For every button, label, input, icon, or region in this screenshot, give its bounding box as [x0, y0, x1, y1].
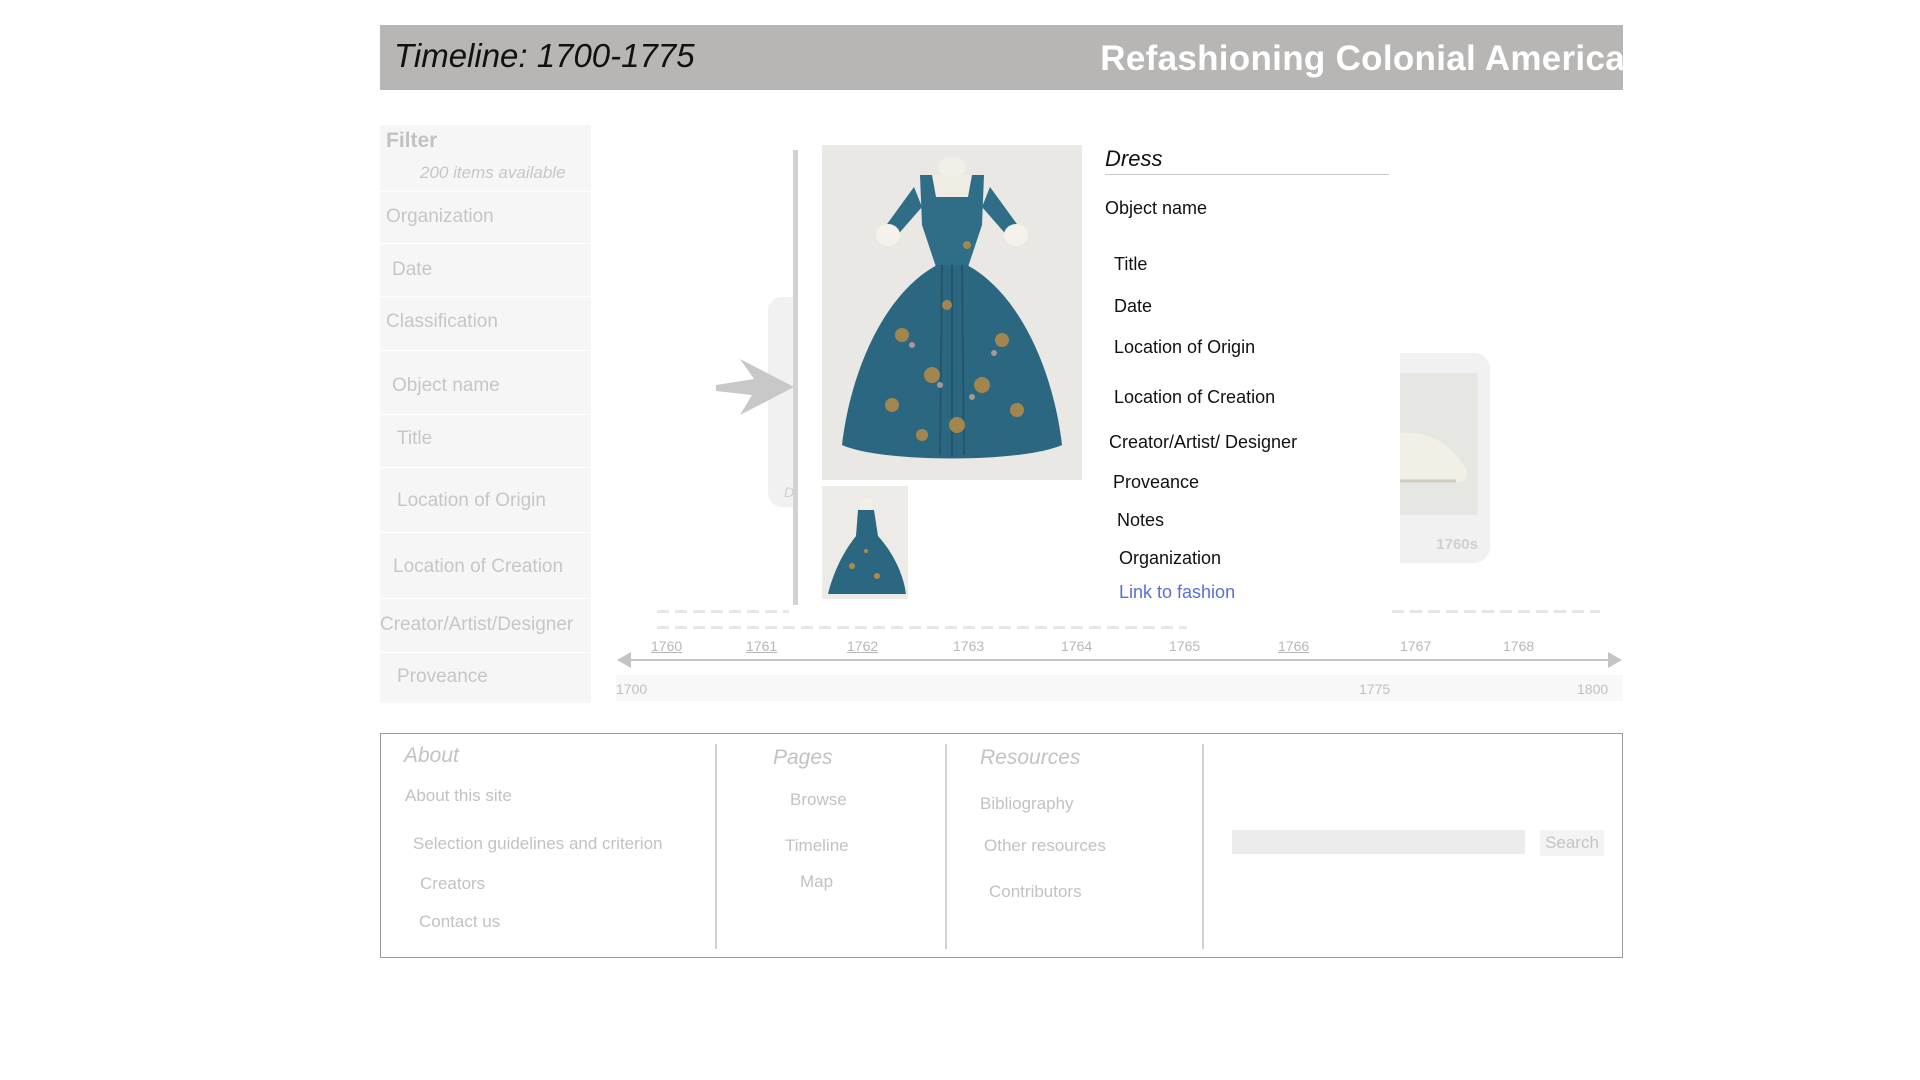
- site-footer: About About this site Selection guidelin…: [380, 733, 1623, 958]
- search-button[interactable]: Search: [1540, 830, 1604, 856]
- arrow-left-icon[interactable]: [617, 652, 631, 668]
- footer-link-creators[interactable]: Creators: [420, 874, 485, 894]
- field-date: Date: [1114, 296, 1153, 316]
- next-item-card[interactable]: 1760s: [1400, 353, 1490, 563]
- site-title[interactable]: Refashioning Colonial America: [1100, 39, 1623, 79]
- divider: [380, 598, 591, 599]
- timeline-year-1767: 1767: [1400, 638, 1432, 654]
- field-organization: Organization: [1119, 548, 1222, 568]
- timeline-year-1763: 1763: [953, 638, 985, 654]
- divider: [380, 467, 591, 468]
- divider: [1105, 174, 1389, 175]
- filter-item-classification[interactable]: Classification: [386, 311, 498, 333]
- timeline-track: [1392, 610, 1600, 613]
- filter-item-location-of-origin[interactable]: Location of Origin: [397, 490, 546, 512]
- timeline-track: [657, 610, 789, 613]
- field-location-of-origin: Location of Origin: [1114, 337, 1256, 357]
- timeline-range-end: 1800: [1577, 681, 1609, 697]
- field-creator: Creator/Artist/ Designer: [1109, 432, 1298, 452]
- filter-item-date[interactable]: Date: [392, 259, 432, 281]
- filter-item-title[interactable]: Title: [397, 428, 432, 450]
- search-input[interactable]: [1232, 830, 1525, 854]
- divider: [380, 296, 591, 297]
- filter-item-location-of-creation[interactable]: Location of Creation: [393, 556, 563, 578]
- timeline-range-start: 1700: [616, 681, 648, 697]
- divider: [945, 744, 947, 949]
- timeline-year-1766[interactable]: 1766: [1278, 638, 1309, 654]
- footer-link-contact[interactable]: Contact us: [419, 912, 500, 932]
- footer-link-about-site[interactable]: About this site: [405, 786, 512, 806]
- footer-link-contributors[interactable]: Contributors: [989, 882, 1082, 902]
- divider: [380, 532, 591, 533]
- next-item-period: 1760s: [1436, 536, 1478, 553]
- footer-link-timeline[interactable]: Timeline: [785, 836, 849, 856]
- footer-link-bibliography[interactable]: Bibliography: [980, 794, 1074, 814]
- divider: [1202, 744, 1204, 949]
- field-location-of-creation: Location of Creation: [1114, 387, 1276, 407]
- timeline-track: [657, 626, 1187, 629]
- divider: [380, 350, 591, 351]
- timeline-year-1764: 1764: [1061, 638, 1093, 654]
- footer-pages-heading: Pages: [773, 746, 833, 769]
- filter-title: Filter: [386, 129, 438, 152]
- filter-count: 200 items available: [420, 163, 566, 182]
- divider: [380, 652, 591, 653]
- timeline-range-bar[interactable]: [616, 675, 1623, 701]
- filter-item-proveance[interactable]: Proveance: [397, 666, 488, 688]
- filter-item-creator[interactable]: Creator/Artist/Designer: [380, 614, 573, 636]
- main-object-image[interactable]: [822, 145, 1082, 480]
- field-notes: Notes: [1117, 510, 1165, 530]
- arrow-right-icon[interactable]: [716, 357, 796, 417]
- divider: [715, 744, 717, 949]
- object-title: Dress: [1105, 146, 1163, 171]
- dress-back-illustration: [822, 486, 908, 599]
- divider: [380, 414, 591, 415]
- next-item-image: [1400, 373, 1478, 515]
- footer-link-browse[interactable]: Browse: [790, 790, 847, 810]
- divider: [380, 243, 591, 244]
- timeline-year-1760[interactable]: 1760: [651, 638, 682, 654]
- filter-sidebar: Filter 200 items available Organization …: [380, 125, 591, 703]
- timeline-year-1768: 1768: [1503, 638, 1535, 654]
- page-title: Timeline: 1700-1775: [394, 37, 695, 74]
- field-title: Title: [1114, 254, 1148, 274]
- thumbnail-image[interactable]: [822, 486, 908, 599]
- footer-link-map[interactable]: Map: [800, 872, 833, 892]
- filter-item-organization[interactable]: Organization: [386, 206, 494, 228]
- timeline-axis: [618, 659, 1618, 661]
- footer-link-selection-guidelines[interactable]: Selection guidelines and criterion: [413, 834, 663, 854]
- timeline-year-1762[interactable]: 1762: [847, 638, 878, 654]
- arrow-right-icon[interactable]: [1608, 652, 1622, 668]
- timeline-year-1765: 1765: [1169, 638, 1201, 654]
- filter-item-object-name[interactable]: Object name: [392, 375, 500, 397]
- divider: [380, 191, 591, 192]
- field-proveance: Proveance: [1113, 472, 1200, 492]
- timeline-year-1761[interactable]: 1761: [746, 638, 777, 654]
- footer-link-other-resources[interactable]: Other resources: [984, 836, 1106, 856]
- site-header: Timeline: 1700-1775 Refashioning Colonia…: [380, 25, 1623, 90]
- shoe-illustration: [1400, 373, 1478, 515]
- timeline-range-mid: 1775: [1359, 681, 1391, 697]
- dress-illustration: [822, 145, 1082, 480]
- link-to-fashion[interactable]: Link to fashion: [1119, 582, 1235, 603]
- footer-resources-heading: Resources: [980, 746, 1081, 769]
- field-object-name: Object name: [1105, 198, 1208, 218]
- footer-about-heading: About: [404, 744, 459, 767]
